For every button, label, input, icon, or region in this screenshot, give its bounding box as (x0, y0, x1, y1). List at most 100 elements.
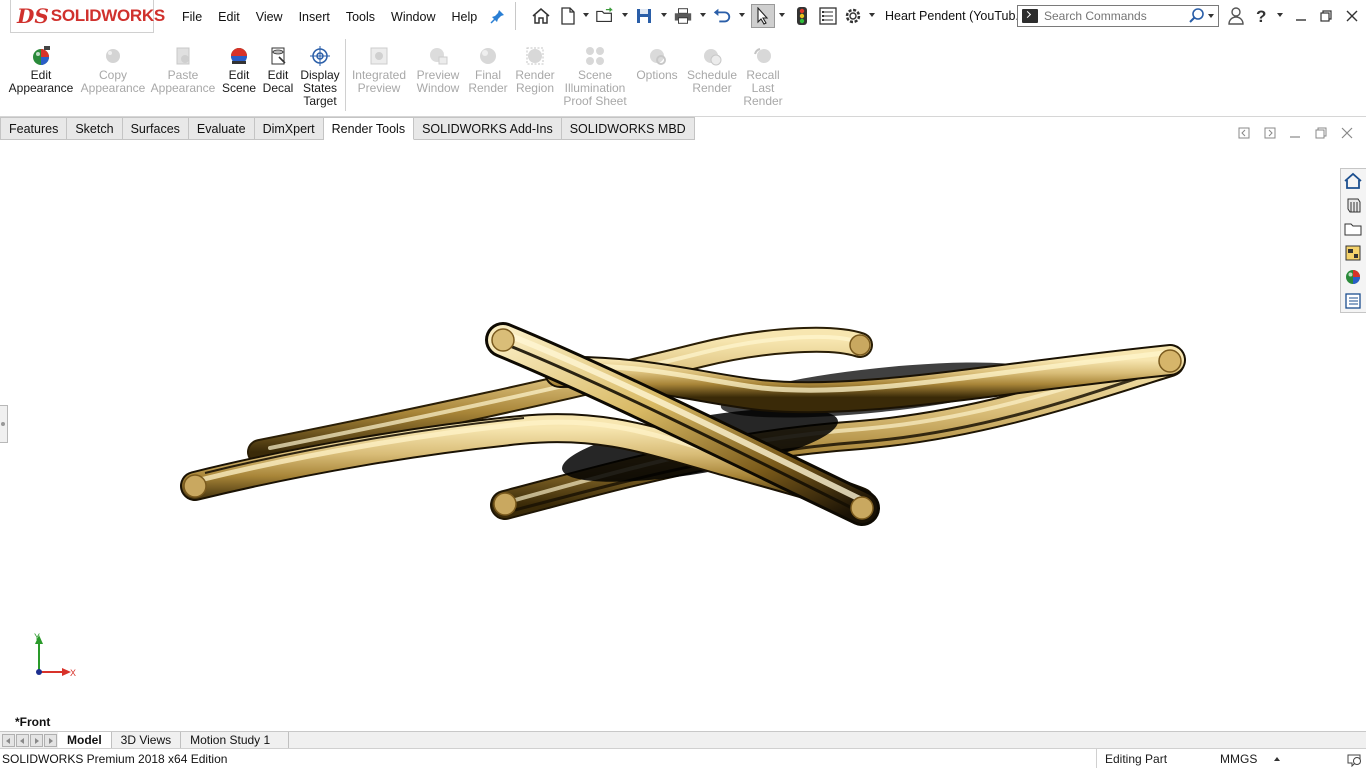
solidworks-logo[interactable]: DS SOLIDWORKS (10, 0, 165, 33)
final-render-label: Final Render (468, 68, 508, 95)
minimize-icon[interactable] (1290, 6, 1312, 26)
tab-3d-views[interactable]: 3D Views (111, 732, 182, 748)
search-icon[interactable] (1188, 7, 1206, 25)
tab-motion-study-1[interactable]: Motion Study 1 (181, 732, 290, 748)
options-button[interactable]: Options (634, 45, 680, 82)
integrated-preview-icon (368, 45, 390, 67)
schedule-render-button[interactable]: Schedule Render (686, 45, 738, 95)
edit-decal-icon (267, 45, 289, 67)
paste-appearance-button[interactable]: Paste Appearance (150, 45, 216, 95)
triad-x-label: X (70, 668, 76, 678)
tab-features[interactable]: Features (0, 117, 68, 140)
tab-dimxpert[interactable]: DimXpert (254, 117, 324, 140)
copy-appearance-button[interactable]: Copy Appearance (80, 45, 146, 95)
preview-window-button[interactable]: Preview Window (412, 45, 464, 95)
menu-file[interactable]: File (174, 10, 210, 24)
integrated-preview-button[interactable]: Integrated Preview (350, 45, 408, 95)
feature-manager-expand-handle[interactable] (0, 405, 8, 443)
tab-evaluate[interactable]: Evaluate (188, 117, 255, 140)
tab-solidworks-mbd[interactable]: SOLIDWORKS MBD (561, 117, 695, 140)
search-input[interactable] (1044, 9, 1184, 23)
solidworks-resources-icon[interactable] (1341, 169, 1365, 193)
edit-decal-label: Edit Decal (262, 68, 294, 95)
save-dropdown-chevron-icon[interactable] (661, 13, 667, 17)
tile-right-icon[interactable] (1263, 126, 1277, 140)
units-dropdown-chevron-icon[interactable] (1274, 757, 1280, 761)
doc-close-icon[interactable] (1340, 126, 1354, 140)
view-orientation-label: *Front (15, 715, 51, 729)
help-question-icon[interactable]: ? (1252, 6, 1272, 26)
options-gear-icon[interactable] (843, 6, 863, 26)
open-dropdown-chevron-icon[interactable] (622, 13, 628, 17)
view-palette-icon[interactable] (1341, 241, 1365, 265)
close-window-icon[interactable] (1341, 6, 1363, 26)
tab-surfaces[interactable]: Surfaces (122, 117, 189, 140)
final-render-button[interactable]: Final Render (468, 45, 508, 95)
new-document-icon[interactable] (558, 6, 578, 26)
toolbar-separator (515, 2, 516, 30)
edit-appearance-button[interactable]: Edit Appearance (9, 45, 73, 95)
recall-last-render-label: Recall Last Render (743, 68, 783, 108)
edit-decal-button[interactable]: Edit Decal (262, 45, 294, 95)
render-region-button[interactable]: Render Region (512, 45, 558, 95)
tile-left-icon[interactable] (1237, 126, 1251, 140)
last-tab-arrow-icon[interactable] (44, 733, 57, 747)
menu-tools[interactable]: Tools (338, 10, 383, 24)
search-dropdown-chevron-icon[interactable] (1208, 14, 1214, 18)
menu-edit[interactable]: Edit (210, 10, 248, 24)
user-account-icon[interactable] (1226, 6, 1246, 26)
paste-appearance-label: Paste Appearance (150, 68, 216, 95)
restore-window-icon[interactable] (1315, 6, 1337, 26)
first-tab-arrow-icon[interactable] (2, 733, 15, 747)
search-commands-box[interactable] (1017, 5, 1219, 27)
heart-pendant-3d-model[interactable] (0, 140, 1340, 730)
integrated-preview-label: Integrated Preview (351, 68, 407, 95)
undo-icon[interactable] (712, 6, 732, 26)
save-icon[interactable] (634, 6, 654, 26)
prev-tab-arrow-icon[interactable] (16, 733, 29, 747)
svg-text:?: ? (1256, 7, 1266, 26)
edit-scene-button[interactable]: Edit Scene (222, 45, 256, 95)
scene-illumination-icon (584, 45, 606, 67)
help-dropdown-chevron-icon[interactable] (1277, 13, 1283, 17)
open-folder-icon[interactable] (595, 6, 615, 26)
next-tab-arrow-icon[interactable] (30, 733, 43, 747)
menu-window[interactable]: Window (383, 10, 443, 24)
design-library-icon[interactable] (1341, 193, 1365, 217)
command-separator (345, 39, 346, 111)
display-states-target-icon (309, 45, 331, 67)
rebuild-status-icon[interactable] (1346, 751, 1362, 767)
tab-solidworks-add-ins[interactable]: SOLIDWORKS Add-Ins (414, 117, 562, 140)
logo-wordmark: SOLIDWORKS (50, 6, 165, 25)
select-pointer-icon[interactable] (751, 4, 775, 28)
print-dropdown-chevron-icon[interactable] (700, 13, 706, 17)
graphics-area[interactable] (0, 140, 1340, 730)
units-label[interactable]: MMGS (1220, 752, 1257, 766)
menu-help[interactable]: Help (444, 10, 486, 24)
command-manager: Edit Appearance Copy Appearance Paste Ap… (0, 33, 1366, 117)
tab-render-tools[interactable]: Render Tools (323, 117, 415, 140)
print-icon[interactable] (673, 6, 693, 26)
new-dropdown-chevron-icon[interactable] (583, 13, 589, 17)
scene-illumination-proof-sheet-button[interactable]: Scene Illumination Proof Sheet (562, 45, 628, 108)
copy-appearance-label: Copy Appearance (80, 68, 146, 95)
file-properties-icon[interactable] (818, 6, 838, 26)
recall-last-render-button[interactable]: Recall Last Render (742, 45, 784, 108)
edit-appearance-icon (30, 45, 52, 67)
tab-sketch[interactable]: Sketch (67, 117, 123, 140)
menu-insert[interactable]: Insert (291, 10, 338, 24)
doc-minimize-icon[interactable] (1288, 126, 1302, 140)
menu-view[interactable]: View (248, 10, 291, 24)
select-dropdown-chevron-icon[interactable] (779, 13, 785, 17)
tab-model[interactable]: Model (58, 732, 112, 748)
display-states-target-button[interactable]: Display States Target (300, 45, 340, 108)
file-explorer-icon[interactable] (1341, 217, 1365, 241)
undo-dropdown-chevron-icon[interactable] (739, 13, 745, 17)
rebuild-traffic-light-icon[interactable] (792, 6, 812, 26)
custom-properties-icon[interactable] (1341, 289, 1365, 313)
pin-menu-icon[interactable] (490, 8, 506, 24)
doc-restore-icon[interactable] (1314, 126, 1328, 140)
options-dropdown-chevron-icon[interactable] (869, 13, 875, 17)
home-icon[interactable] (531, 6, 551, 26)
appearances-scenes-decals-icon[interactable] (1341, 265, 1365, 289)
